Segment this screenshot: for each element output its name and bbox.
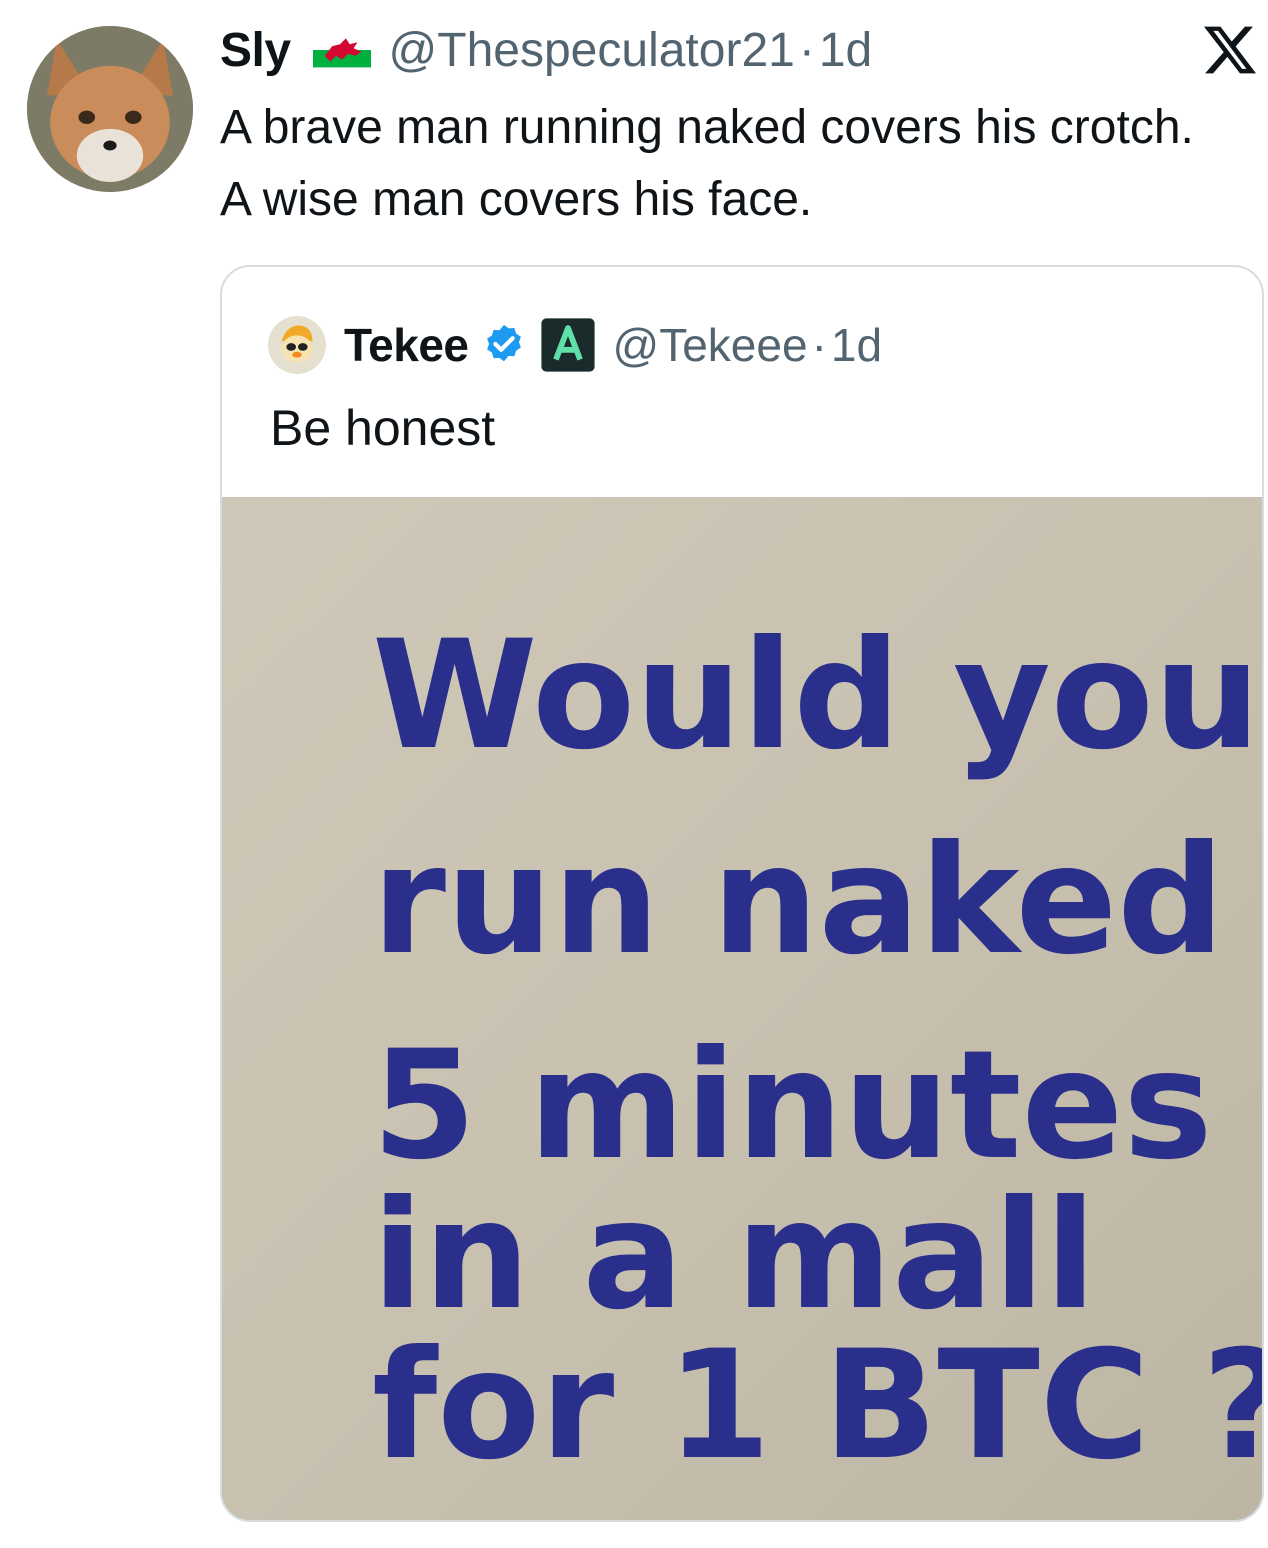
x-logo-icon[interactable] <box>1204 24 1256 76</box>
tweet-header: Sly @Thespeculator21 · 1d <box>220 20 872 80</box>
tweet-time[interactable]: 1d <box>819 23 872 78</box>
affiliate-badge-icon[interactable] <box>539 316 597 374</box>
quoted-tweet-header: Tekee @Tekeee · 1d <box>268 315 882 375</box>
fox-avatar-image <box>27 26 193 192</box>
verified-badge-icon <box>481 322 527 368</box>
wales-flag-icon <box>312 32 371 68</box>
tweet-text: A brave man running naked covers his cro… <box>220 101 1194 226</box>
quoted-tweet-time[interactable]: 1d <box>831 318 882 372</box>
quoted-tweet-text: Be honest <box>270 400 496 456</box>
handwritten-line-2: run naked <box>372 814 1225 988</box>
handwritten-line-1: Would you <box>372 609 1261 783</box>
handwritten-line-4: in a mall <box>372 1169 1096 1343</box>
quoted-author-name[interactable]: Tekee <box>344 318 469 372</box>
quoted-author-handle[interactable]: @Tekeee <box>613 318 808 372</box>
quoted-author-avatar[interactable] <box>268 316 326 374</box>
author-handle[interactable]: @Thespeculator21 <box>389 23 795 78</box>
quoted-tweet-card[interactable]: Tekee @Tekeee · 1d Be honest Would you r… <box>220 265 1264 1522</box>
quoted-meta-separator: · <box>811 319 827 371</box>
author-avatar[interactable] <box>27 26 193 192</box>
author-name[interactable]: Sly <box>220 23 291 78</box>
handwritten-line-5: for 1 BTC ? <box>372 1319 1262 1493</box>
handwritten-line-3: 5 minutes <box>372 1019 1213 1193</box>
meta-separator: · <box>798 23 815 77</box>
quoted-tweet-image[interactable]: Would you run naked 5 minutes in a mall … <box>222 497 1262 1520</box>
